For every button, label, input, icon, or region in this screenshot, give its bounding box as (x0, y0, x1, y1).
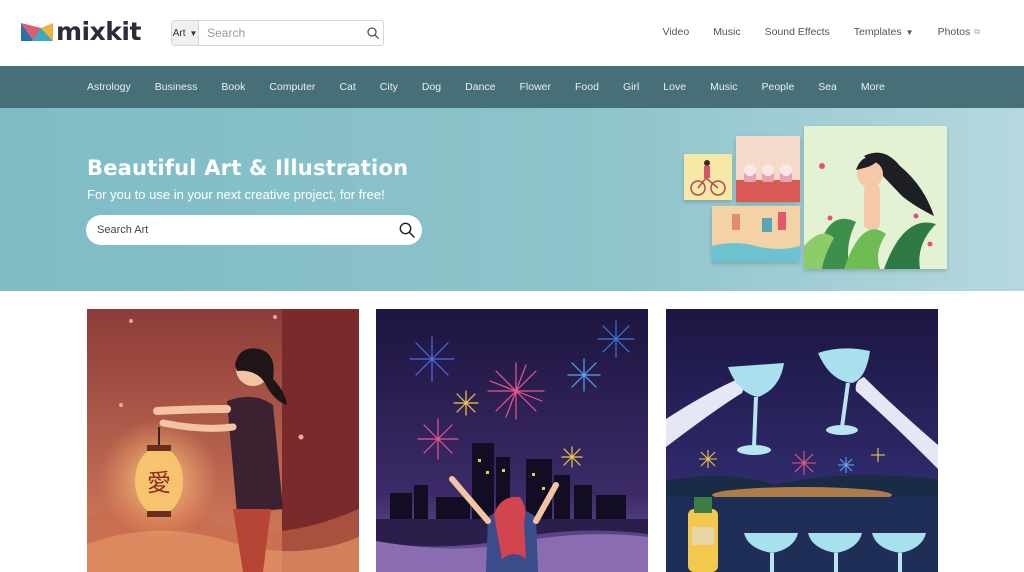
nav-music[interactable]: Music (713, 26, 740, 38)
nav-sound-effects[interactable]: Sound Effects (765, 26, 830, 38)
external-link-icon: ⧉ (974, 27, 980, 36)
art-card-toast[interactable] (666, 309, 938, 572)
category-computer[interactable]: Computer (269, 81, 315, 93)
search-icon (399, 222, 415, 238)
caret-down-icon: ▼ (905, 27, 914, 37)
category-dance[interactable]: Dance (465, 81, 495, 93)
category-sea[interactable]: Sea (818, 81, 837, 93)
category-astrology[interactable]: Astrology (87, 81, 131, 93)
top-navigation: Video Music Sound Effects Templates ▼ Pho… (663, 26, 980, 38)
category-city[interactable]: City (380, 81, 398, 93)
site-header: mixkit Art ▼ Video Music Sound Effects T… (0, 0, 1024, 66)
caret-down-icon: ▼ (189, 28, 198, 38)
category-book[interactable]: Book (221, 81, 245, 93)
collage-cupcakes-image (736, 136, 800, 202)
hero-title: Beautiful Art & Illustration (87, 156, 409, 180)
hero-search-input[interactable] (97, 224, 392, 236)
nav-sound-effects-label: Sound Effects (764, 26, 830, 38)
collage-cyclists-image (684, 154, 732, 200)
search-input[interactable] (199, 21, 363, 45)
nav-templates-label: Templates (853, 26, 902, 38)
logo-mark-icon (21, 23, 53, 41)
mixkit-logo[interactable]: mixkit (21, 19, 141, 45)
category-dog[interactable]: Dog (422, 81, 441, 93)
lantern-glyph: 愛 (147, 469, 171, 497)
hero-search-button[interactable] (392, 215, 422, 245)
category-people[interactable]: People (762, 81, 795, 93)
art-card-lantern[interactable]: 愛 (87, 309, 359, 572)
search-category-label: Art (172, 27, 186, 39)
category-bar: Astrology Business Book Computer Cat Cit… (0, 66, 1024, 108)
category-flower[interactable]: Flower (520, 81, 552, 93)
fireworks-city-illustration-image (376, 309, 648, 572)
art-card-fireworks-city[interactable] (376, 309, 648, 572)
toast-illustration-image (666, 309, 938, 572)
search-button[interactable] (362, 21, 383, 45)
category-love[interactable]: Love (663, 81, 686, 93)
hero-subtitle: For you to use in your next creative pro… (87, 187, 385, 202)
category-business[interactable]: Business (155, 81, 198, 93)
hero-search (86, 215, 422, 245)
category-more[interactable]: More (861, 81, 885, 93)
hero-banner: Beautiful Art & Illustration For you to … (0, 108, 1024, 291)
nav-video-label: Video (662, 26, 690, 38)
search-category-dropdown[interactable]: Art ▼ (172, 21, 200, 45)
collage-girl-plants-image (804, 126, 947, 269)
nav-music-label: Music (713, 26, 741, 38)
nav-photos[interactable]: Photos ⧉ (938, 26, 980, 38)
nav-photos-label: Photos (937, 26, 971, 38)
hero-collage (684, 126, 954, 271)
search-icon (366, 27, 379, 39)
category-girl[interactable]: Girl (623, 81, 639, 93)
header-search: Art ▼ (171, 20, 384, 46)
category-cat[interactable]: Cat (339, 81, 355, 93)
lantern-illustration-image: 愛 (87, 309, 359, 572)
logo-text: mixkit (56, 17, 141, 46)
nav-video[interactable]: Video (663, 26, 690, 38)
category-food[interactable]: Food (575, 81, 599, 93)
nav-templates[interactable]: Templates ▼ (854, 26, 914, 38)
collage-beach-image (712, 206, 800, 262)
category-music[interactable]: Music (710, 81, 737, 93)
